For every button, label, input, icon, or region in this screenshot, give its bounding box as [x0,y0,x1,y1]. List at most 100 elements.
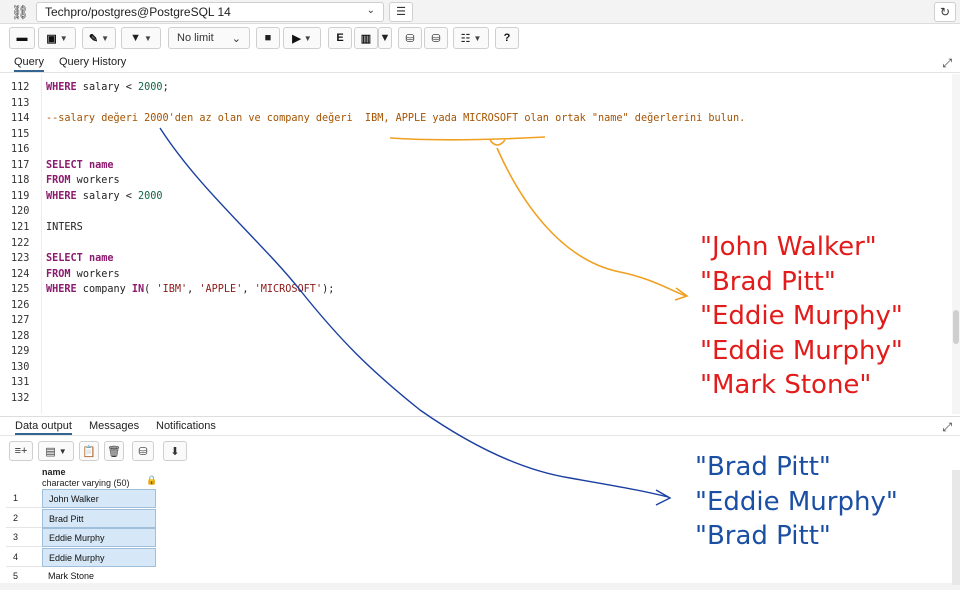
database-icon[interactable]: ☰ [389,2,413,22]
tab-notifications[interactable]: Notifications [156,420,216,432]
code-token: company [76,284,132,296]
stop-icon[interactable]: ■ [256,27,280,49]
row-limit-select[interactable]: No limit ⌄ [168,27,250,49]
code-token: 'MICROSOFT' [254,284,323,296]
expand-icon[interactable]: ⤢ [942,420,952,435]
line-number: 130 [11,361,30,373]
line-number: 129 [11,346,30,358]
open-file-icon[interactable]: ▬ [9,27,35,49]
red-annotation-text: "Brad Pitt" [700,266,836,297]
code-token: ( [144,284,157,296]
code-token: workers [70,175,120,187]
table-row[interactable]: 3 Eddie Murphy [6,528,156,547]
commit-icon[interactable]: ⛁ [398,27,422,49]
chevron-down-icon: ⌄ [366,5,375,16]
save-data-icon[interactable]: ⛁ [132,441,154,461]
code-token: WHERE [46,82,77,93]
line-number: 118 [11,175,30,187]
code-token: 'APPLE' [199,284,243,296]
column-type: character varying (50) [42,478,130,488]
limit-label: No limit [177,32,214,44]
blue-annotation-text: "Brad Pitt" [695,521,831,551]
output-scrollbar[interactable] [952,470,960,585]
line-number: 119 [11,190,30,202]
line-number: 124 [11,268,30,280]
editor-scrollbar[interactable] [952,74,960,414]
tab-query[interactable]: Query [14,56,44,72]
code-line: WHERE company IN( 'IBM', 'APPLE', 'MICRO… [46,284,334,295]
code-token: ); [322,284,335,296]
connection-label: Techpro/postgres@PostgreSQL 14 [45,5,231,19]
tab-data-output[interactable]: Data output [15,420,72,435]
line-number: 121 [11,221,30,233]
tab-messages[interactable]: Messages [89,420,139,432]
table-row[interactable]: 4 Eddie Murphy [6,547,156,567]
explain-icon[interactable]: E [328,27,352,49]
code-token: ; [162,82,169,93]
data-output-toolbar: ≡+ ▤ ▼ 📋 🗑 ⛁ ⬇ [0,440,200,462]
red-annotation-text: "Eddie Murphy" [700,335,903,366]
code-token: WHERE [46,284,77,296]
name-cell[interactable]: Eddie Murphy [42,547,156,567]
expand-icon[interactable]: ⤢ [942,56,952,71]
refresh-icon[interactable]: ↻ [934,2,956,22]
chevron-down-icon: ⌄ [231,32,241,45]
code-token: salary < [76,82,139,93]
download-icon[interactable]: ⬇ [163,441,187,461]
code-token: name [82,253,114,265]
code-token: FROM [46,268,71,280]
line-number: 113 [11,97,30,109]
code-token: workers [70,268,120,280]
table-row[interactable]: 2 Brad Pitt [6,508,156,528]
execute-button[interactable]: ▶ ▼ [283,27,321,49]
code-line: INTERS [46,222,83,233]
red-annotation-text: "Mark Stone" [700,370,872,400]
result-grid: name character varying (50) 🔒 1 John Walk… [0,465,160,590]
line-number: 131 [11,377,30,389]
blue-arrowhead-icon [655,489,672,506]
delete-icon[interactable]: 🗑 [104,441,124,461]
code-token: 2000 [138,82,163,93]
code-token: SELECT [46,159,83,171]
code-token: , [187,284,200,296]
row-number: 1 [6,489,42,508]
rollback-icon[interactable]: ⛁ [424,27,448,49]
explain-options-chevron-icon[interactable]: ▼ [378,27,392,49]
filter-button[interactable]: ▼ ▼ [121,27,161,49]
help-icon[interactable]: ? [495,27,519,49]
code-line: SELECT name [46,253,113,264]
line-number: 114 [11,113,30,125]
explain-analyze-icon[interactable]: ▥ [354,27,378,49]
code-line: --salary değeri 2000'den az olan ve comp… [46,113,745,124]
copy-button[interactable]: ▤ ▼ [38,441,74,461]
blue-annotation-text: "Eddie Murphy" [695,486,898,517]
scrollbar-thumb[interactable] [953,310,959,344]
code-token: 'IBM' [156,284,188,296]
table-row[interactable]: 1 John Walker [6,489,156,508]
connection-status-icon[interactable]: ⛓ [9,3,31,21]
code-token: SELECT [46,253,83,265]
code-token: --salary değeri 2000'den az olan ve comp… [46,113,746,125]
red-annotation-text: "Eddie Murphy" [700,301,903,331]
macros-button[interactable]: ☷ ▼ [453,27,489,49]
lock-icon: 🔒 [146,475,158,485]
row-number: 4 [6,548,42,567]
edit-pen-button[interactable]: ✎ ▼ [82,27,116,49]
code-token: FROM [46,175,71,187]
save-file-button[interactable]: ▣ ▼ [38,27,76,49]
line-number: 112 [11,82,30,93]
line-number: 132 [11,393,30,404]
line-number: 126 [11,299,30,311]
tab-query-history[interactable]: Query History [59,56,126,68]
name-cell[interactable]: John Walker [42,489,156,508]
paste-icon[interactable]: 📋 [79,441,99,461]
line-number: 127 [11,315,30,327]
connection-select[interactable]: Techpro/postgres@PostgreSQL 14 ⌄ [36,2,384,22]
name-cell[interactable]: Brad Pitt [42,508,156,528]
name-cell[interactable]: Eddie Murphy [42,528,156,547]
code-line: SELECT name [46,160,113,171]
add-row-icon[interactable]: ≡+ [9,441,33,461]
line-number: 125 [11,284,30,296]
code-line: WHERE salary < 2000; [46,82,169,93]
code-token: WHERE [46,190,77,202]
